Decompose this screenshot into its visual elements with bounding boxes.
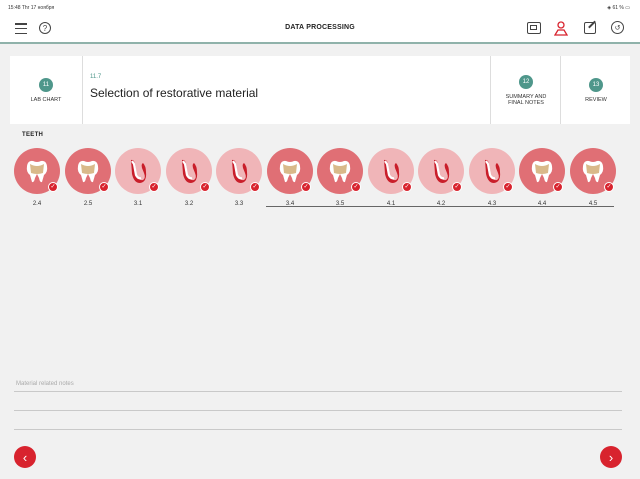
notes-line [14,391,622,392]
tooth-4-2[interactable]: ✓ [418,148,464,194]
check-icon: ✓ [48,182,58,192]
tooth-3-4[interactable]: ✓ [267,148,313,194]
edit-icon[interactable] [584,22,596,34]
teeth-section-label: TEETH [22,132,44,138]
current-step: 11.7 Selection of restorative material [90,56,480,124]
check-icon: ✓ [553,182,563,192]
status-bar: 15:48 Thr 17 ноября ◈ 61 % ▭ [0,0,640,16]
tooth-number: 3.1 [133,201,143,207]
check-icon: ✓ [503,182,513,192]
step-label: REVIEW [585,96,607,103]
check-icon: ✓ [452,182,462,192]
top-app-bar: ? DATA PROCESSING ↺ [0,16,640,44]
check-icon: ✓ [351,182,361,192]
tooth-2-4[interactable]: ✓ [14,148,60,194]
page-title: DATA PROCESSING [285,24,355,31]
previous-button[interactable]: ‹ [14,446,36,468]
check-icon: ✓ [402,182,412,192]
status-time: 15:48 Thr 17 ноября [8,5,55,11]
step-number-badge: 12 [519,74,533,89]
check-icon: ✓ [149,182,159,192]
history-icon[interactable]: ↺ [611,21,624,34]
step-review[interactable]: 13 REVIEW [560,56,631,124]
check-icon: ✓ [301,182,311,192]
tooth-3-1[interactable]: ✓ [115,148,161,194]
tooth-3-2[interactable]: ✓ [166,148,212,194]
tooth-2-5[interactable]: ✓ [65,148,111,194]
step-number-badge: 11 [39,77,53,92]
tooth-4-5[interactable]: ✓ [570,148,616,194]
tooth-4-4[interactable]: ✓ [519,148,565,194]
check-icon: ✓ [200,182,210,192]
tooth-4-1[interactable]: ✓ [368,148,414,194]
person-icon[interactable] [554,20,568,36]
step-lab-chart[interactable]: 11 LAB CHART [10,56,83,124]
tooth-number: 3.2 [184,201,194,207]
notes-line [14,429,622,430]
tooth-4-3[interactable]: ✓ [469,148,515,194]
step-number-badge: 13 [589,77,603,92]
step-summary-final-notes[interactable]: 12 SUMMARY AND FINAL NOTES [490,56,561,124]
tooth-number: 2.5 [83,201,93,207]
step-label: SUMMARY AND FINAL NOTES [505,93,547,106]
tooth-3-3[interactable]: ✓ [216,148,262,194]
check-icon: ✓ [99,182,109,192]
current-step-code: 11.7 [90,74,102,80]
step-navigation: 11 LAB CHART 11.7 Selection of restorati… [10,56,630,124]
tooth-number: 3.3 [234,201,244,207]
tooth-3-5[interactable]: ✓ [317,148,363,194]
next-button[interactable]: › [600,446,622,468]
selected-teeth-underline [266,206,614,207]
current-step-title: Selection of restorative material [90,86,259,100]
notes-line [14,410,622,411]
status-battery: ◈ 61 % ▭ [607,5,630,11]
material-notes-field[interactable]: Material related notes [16,381,74,387]
check-icon: ✓ [604,182,614,192]
check-icon: ✓ [250,182,260,192]
id-card-icon[interactable] [527,22,541,34]
step-label: LAB CHART [30,96,62,103]
tooth-number: 2.4 [32,201,42,207]
